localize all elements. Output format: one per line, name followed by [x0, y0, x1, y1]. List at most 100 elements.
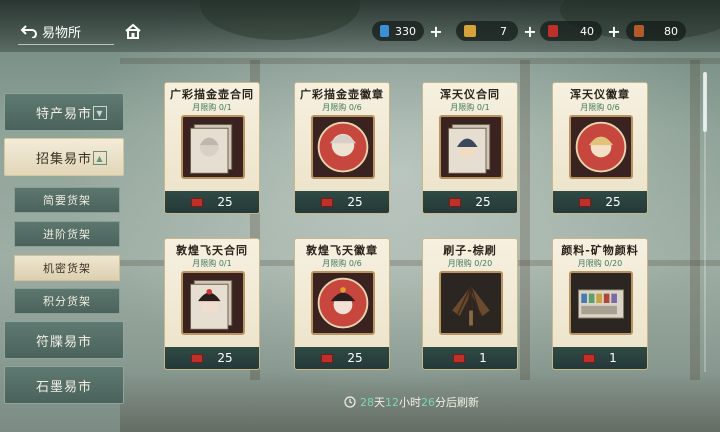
subtab-label: 简要货架	[43, 194, 91, 207]
red-ticket-icon	[191, 197, 204, 207]
item-limit: 月限购 0/6	[580, 103, 620, 112]
item-limit: 月限购 0/20	[447, 259, 493, 268]
item-limit: 月限购 0/6	[322, 259, 362, 268]
mineral-pigment-box-icon	[569, 271, 633, 335]
item-price: 1	[609, 351, 617, 365]
item-name: 浑天仪合同	[440, 88, 500, 101]
shop-item-card[interactable]: 敦煌飞天徽章 月限购 0/6 25	[294, 238, 390, 370]
subtab-label: 机密货架	[43, 262, 91, 275]
subtab-label: 积分货架	[43, 295, 91, 308]
red-ticket-icon	[321, 197, 334, 207]
shop-item-card[interactable]: 浑天仪徽章 月限购 0/6 25	[552, 82, 648, 214]
refresh-timer: 28天12小时26分后刷新	[344, 394, 479, 410]
add-blue-ticket-button[interactable]: +	[428, 22, 444, 41]
background-pillar	[520, 60, 530, 380]
subtab-basic-shelf[interactable]: 简要货架	[14, 187, 120, 213]
sidebar-tab-graphite-market[interactable]: 石墨易市	[4, 366, 124, 404]
subtab-advanced-shelf[interactable]: 进阶货架	[14, 221, 120, 247]
item-name: 广彩描金壶合同	[170, 88, 254, 101]
price-bar: 1	[553, 347, 647, 369]
item-price: 25	[605, 195, 621, 209]
contract-portrait-icon	[181, 115, 245, 179]
item-limit: 月限购 0/1	[192, 259, 232, 268]
gold-coin-icon	[464, 25, 476, 37]
back-arrow-icon	[20, 25, 37, 38]
item-price: 25	[347, 195, 363, 209]
item-limit: 月限购 0/20	[577, 259, 623, 268]
badge-portrait-icon	[311, 271, 375, 335]
red-ticket-icon	[449, 197, 462, 207]
refresh-days: 28	[360, 396, 374, 409]
back-button[interactable]: 易物所	[20, 21, 81, 41]
resource-gold-coin: 7 +	[456, 20, 538, 42]
resource-value: 7	[500, 24, 507, 38]
price-bar: 25	[295, 347, 389, 369]
item-price: 25	[217, 195, 233, 209]
add-gold-coin-button[interactable]: +	[522, 22, 538, 41]
item-limit: 月限购 0/1	[192, 103, 232, 112]
item-name: 敦煌飞天合同	[176, 244, 248, 257]
refresh-days-unit: 天	[374, 396, 385, 409]
badge-portrait-icon	[569, 115, 633, 179]
subtab-secret-shelf[interactable]: 机密货架	[14, 255, 120, 281]
sidebar-tab-label: 招集易市	[35, 151, 92, 167]
item-name: 刷子-棕刷	[443, 244, 497, 257]
blue-ticket-icon	[380, 25, 389, 37]
scroll-thumb[interactable]	[703, 72, 707, 132]
red-ticket-icon	[548, 25, 558, 37]
sidebar-tab-label: 石墨易市	[35, 379, 92, 395]
title-underline	[18, 44, 114, 45]
item-limit: 月限购 0/1	[450, 103, 490, 112]
subtab-label: 进阶货架	[43, 228, 91, 241]
badge-portrait-icon	[311, 115, 375, 179]
add-red-ticket-button[interactable]: +	[606, 22, 622, 41]
refresh-minutes: 26	[421, 396, 435, 409]
refresh-hours-unit: 小时	[399, 396, 421, 409]
refresh-minutes-unit: 分后刷新	[435, 396, 479, 409]
shop-item-card[interactable]: 颜料-矿物颜料 月限购 0/20 1	[552, 238, 648, 370]
price-bar: 25	[165, 347, 259, 369]
price-bar: 25	[423, 191, 517, 213]
sidebar-tab-talisman-market[interactable]: 符牒易市	[4, 321, 124, 359]
item-price: 1	[479, 351, 487, 365]
item-price: 25	[347, 351, 363, 365]
item-name: 广彩描金壶徽章	[300, 88, 384, 101]
resource-scroll: 80	[626, 20, 686, 42]
item-name: 颜料-矿物颜料	[561, 244, 639, 257]
palm-brush-icon	[439, 271, 503, 335]
item-price: 25	[217, 351, 233, 365]
price-bar: 25	[295, 191, 389, 213]
sidebar-tab-label: 特产易市	[35, 106, 92, 122]
home-icon[interactable]	[124, 22, 142, 40]
clock-icon	[344, 396, 356, 408]
resource-value: 40	[580, 24, 594, 38]
item-price: 25	[475, 195, 491, 209]
shop-item-card[interactable]: 广彩描金壶徽章 月限购 0/6 25	[294, 82, 390, 214]
shop-item-card[interactable]: 浑天仪合同 月限购 0/1 25	[422, 82, 518, 214]
red-ticket-icon	[191, 353, 204, 363]
red-ticket-icon	[583, 353, 596, 363]
chevron-down-icon: ▼	[93, 106, 107, 120]
shop-item-card[interactable]: 广彩描金壶合同 月限购 0/1 25	[164, 82, 260, 214]
sidebar-tab-label: 符牒易市	[35, 334, 92, 350]
resource-value: 80	[664, 24, 678, 38]
sidebar-tab-recruit-market[interactable]: 招集易市 ▲	[4, 138, 124, 176]
price-bar: 1	[423, 347, 517, 369]
resource-blue-ticket: 330 +	[372, 20, 444, 42]
price-bar: 25	[553, 191, 647, 213]
item-limit: 月限购 0/6	[322, 103, 362, 112]
price-bar: 25	[165, 191, 259, 213]
subtab-points-shelf[interactable]: 积分货架	[14, 288, 120, 314]
red-ticket-icon	[453, 353, 466, 363]
contract-portrait-icon	[181, 271, 245, 335]
shop-item-card[interactable]: 刷子-棕刷 月限购 0/20 1	[422, 238, 518, 370]
red-ticket-icon	[321, 353, 334, 363]
scroll-icon	[634, 25, 644, 37]
page-title: 易物所	[42, 25, 82, 41]
chevron-up-icon: ▲	[93, 151, 107, 165]
sidebar-tab-specialty-market[interactable]: 特产易市 ▼	[4, 93, 124, 131]
refresh-hours: 12	[385, 396, 399, 409]
red-ticket-icon	[579, 197, 592, 207]
item-name: 敦煌飞天徽章	[306, 244, 378, 257]
shop-item-card[interactable]: 敦煌飞天合同 月限购 0/1 25	[164, 238, 260, 370]
